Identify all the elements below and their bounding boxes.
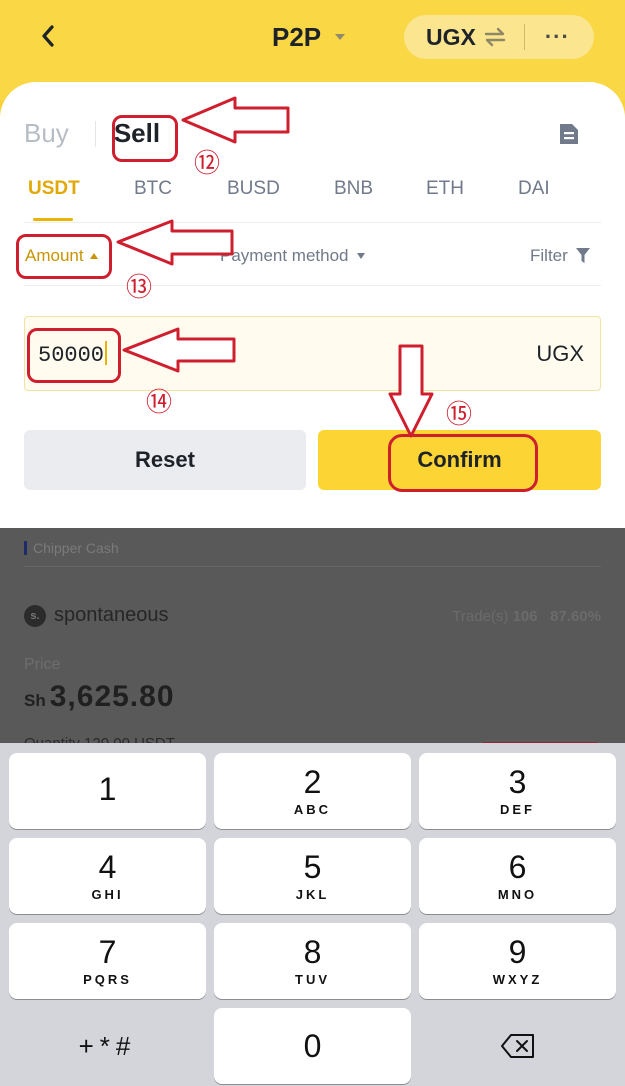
annotation-step-15: ⑮ <box>446 400 473 430</box>
backspace-icon <box>500 1034 534 1058</box>
trades-label: Trade(s) <box>452 608 509 625</box>
key-letters: GHI <box>91 886 124 902</box>
key-letters: ABC <box>293 801 332 817</box>
price-currency: Sh <box>24 691 46 710</box>
divider <box>24 566 601 567</box>
annotation-arrows <box>116 96 434 438</box>
key-letters: JKL <box>295 886 330 902</box>
key-0[interactable]: 0 <box>214 1008 411 1084</box>
annotation-arrow-icon <box>388 344 434 438</box>
ad-listing-overlay: Chipper Cash s. spontaneous Trade(s) 106… <box>0 528 625 758</box>
merchant-name: spontaneous <box>54 604 169 626</box>
trades-count: 106 <box>512 608 538 625</box>
key-symbols[interactable]: +*# <box>9 1008 206 1084</box>
key-7[interactable]: 7 PQRS <box>9 923 206 999</box>
merchant-stats: Trade(s) 106 87.60% <box>452 608 601 625</box>
completion-rate: 87.60% <box>550 608 601 625</box>
key-digit: 1 <box>98 771 117 807</box>
key-letters: DEF <box>500 801 535 817</box>
key-digit: 6 <box>508 848 527 885</box>
key-8[interactable]: 8 TUV <box>214 923 411 999</box>
price-label: Price <box>24 656 61 673</box>
key-backspace[interactable] <box>419 1008 616 1084</box>
key-2[interactable]: 2 ABC <box>214 753 411 829</box>
numeric-keyboard: 1 2 ABC 3 DEF 4 GHI 5 JKL 6 MNO 7 PQRS 8… <box>0 743 625 1086</box>
symbols-label: +*# <box>78 1030 137 1061</box>
key-digit: 3 <box>508 763 527 800</box>
avatar: s. <box>24 604 46 627</box>
payment-method-marker <box>24 541 27 555</box>
key-3[interactable]: 3 DEF <box>419 753 616 829</box>
annotation-arrow-icon <box>116 219 234 266</box>
merchant: s. spontaneous <box>24 604 169 627</box>
key-digit: 4 <box>98 848 117 885</box>
key-9[interactable]: 9 WXYZ <box>419 923 616 999</box>
payment-method-tag: Chipper Cash <box>24 540 119 556</box>
price: Sh 3,625.80 <box>24 680 175 714</box>
key-4[interactable]: 4 GHI <box>9 838 206 914</box>
key-letters: PQRS <box>83 971 132 987</box>
annotation-step-12: ⑫ <box>194 149 221 179</box>
key-digit: 9 <box>508 933 527 970</box>
key-6[interactable]: 6 MNO <box>419 838 616 914</box>
key-digit: 7 <box>98 933 117 970</box>
annotation-arrow-icon <box>122 327 236 373</box>
payment-method-name: Chipper Cash <box>33 540 119 556</box>
key-digit: 5 <box>303 848 322 885</box>
key-letters: TUV <box>295 971 330 987</box>
annotation-step-13: ⑬ <box>126 273 153 303</box>
key-digit: 8 <box>303 933 322 970</box>
annotation-arrow-icon <box>181 96 290 144</box>
price-value: 3,625.80 <box>49 680 175 713</box>
key-5[interactable]: 5 JKL <box>214 838 411 914</box>
key-digit: 0 <box>303 1028 322 1064</box>
key-letters: MNO <box>497 886 538 902</box>
key-digit: 2 <box>303 763 322 800</box>
key-letters: WXYZ <box>492 971 543 987</box>
annotation-step-14: ⑭ <box>146 388 173 418</box>
key-1[interactable]: 1 <box>9 753 206 829</box>
